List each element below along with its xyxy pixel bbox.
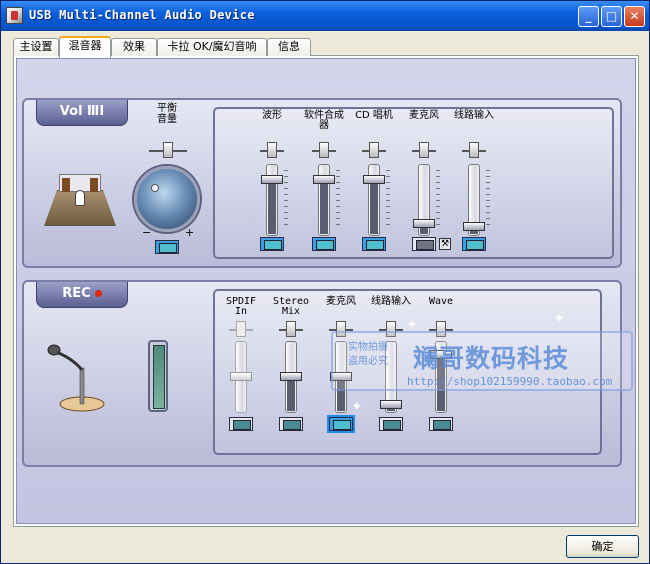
playback-volume-fader[interactable]: [462, 164, 486, 236]
record-select-button[interactable]: [279, 417, 303, 431]
record-level-meter: [148, 340, 168, 412]
record-select-button: [229, 417, 253, 431]
main-window: USB Multi-Channel Audio Device _ □ ✕ 主设置…: [0, 0, 650, 564]
ok-button[interactable]: 确定: [566, 535, 639, 558]
sparkle-icon: ✦: [351, 399, 363, 415]
tab-effects[interactable]: 效果: [111, 38, 157, 56]
record-pan-slider: [229, 321, 253, 337]
fader-ticks: [336, 170, 340, 230]
watermark-stamp: 实物拍摄 盗用必究: [348, 342, 388, 367]
master-volume-knob[interactable]: [134, 166, 200, 232]
watermark-title: 斓哥数码科技: [413, 344, 570, 373]
playback-pan-slider[interactable]: [462, 142, 486, 158]
record-volume-fader: [229, 341, 253, 413]
minimize-button[interactable]: _: [578, 6, 599, 27]
record-badge: REC: [36, 282, 128, 308]
knob-plus-label: +: [185, 226, 195, 239]
tab-info[interactable]: 信息: [267, 38, 311, 56]
balance-slider[interactable]: [149, 142, 187, 158]
playback-mute-button[interactable]: [412, 237, 436, 251]
playback-mute-button[interactable]: [260, 237, 284, 251]
mic-boost-icon[interactable]: ⚒: [439, 238, 451, 250]
playback-pan-slider[interactable]: [412, 142, 436, 158]
record-badge-label: REC: [62, 286, 91, 301]
watermark-url: http://shop102159990.taobao.com: [407, 375, 613, 388]
tab-main-settings[interactable]: 主设置: [13, 38, 59, 56]
playback-section: Vol ⅢⅠ 平衡 音量 − + 波形 软件合成 器 CD 唱机 麦克风 ⚒ 线路输入: [22, 98, 622, 268]
maximize-button[interactable]: □: [601, 6, 622, 27]
record-channel-label: Wave: [428, 296, 454, 307]
record-select-button[interactable]: [329, 417, 353, 431]
playback-mute-button[interactable]: [362, 237, 386, 251]
sparkle-icon: ✦: [406, 317, 418, 333]
record-indicator-icon: [94, 290, 102, 297]
store-watermark: 实物拍摄 盗用必究 斓哥数码科技 http://shop102159990.ta…: [331, 331, 633, 391]
balance-volume-label: 平衡 音量: [157, 103, 177, 125]
playback-mixer: 波形 软件合成 器 CD 唱机 麦克风 ⚒ 线路输入: [213, 107, 614, 259]
playback-volume-fader[interactable]: [312, 164, 336, 236]
playback-volume-fader[interactable]: [412, 164, 436, 236]
sparkle-icon: ✦: [553, 311, 565, 327]
master-mute-button[interactable]: [155, 240, 179, 254]
playback-mute-button[interactable]: [312, 237, 336, 251]
playback-pan-slider[interactable]: [312, 142, 336, 158]
playback-pan-slider[interactable]: [260, 142, 284, 158]
playback-pan-slider[interactable]: [362, 142, 386, 158]
speaker-room-icon: [44, 172, 116, 230]
fader-ticks: [284, 170, 288, 230]
playback-mute-button[interactable]: [462, 237, 486, 251]
tab-mixer[interactable]: 混音器: [59, 36, 111, 58]
fader-ticks: [386, 170, 390, 230]
record-select-button[interactable]: [379, 417, 403, 431]
fader-ticks: [436, 170, 440, 230]
microphone-icon: [42, 340, 108, 412]
tab-karaoke[interactable]: 卡拉 OK/魔幻音响: [157, 38, 267, 56]
volume-badge-label: Vol ⅢⅠ: [59, 104, 105, 119]
window-title: USB Multi-Channel Audio Device: [29, 8, 255, 22]
close-button[interactable]: ✕: [624, 6, 645, 27]
fader-ticks: [486, 170, 490, 230]
playback-volume-fader[interactable]: [362, 164, 386, 236]
record-select-button[interactable]: [429, 417, 453, 431]
volume-badge: Vol ⅢⅠ: [36, 100, 128, 126]
record-volume-fader[interactable]: [279, 341, 303, 413]
title-bar[interactable]: USB Multi-Channel Audio Device _ □ ✕: [1, 1, 649, 31]
knob-minus-label: −: [142, 226, 152, 239]
app-icon: [6, 7, 23, 24]
record-pan-slider[interactable]: [279, 321, 303, 337]
playback-volume-fader[interactable]: [260, 164, 284, 236]
playback-channel-label: 线路输入: [454, 110, 494, 121]
